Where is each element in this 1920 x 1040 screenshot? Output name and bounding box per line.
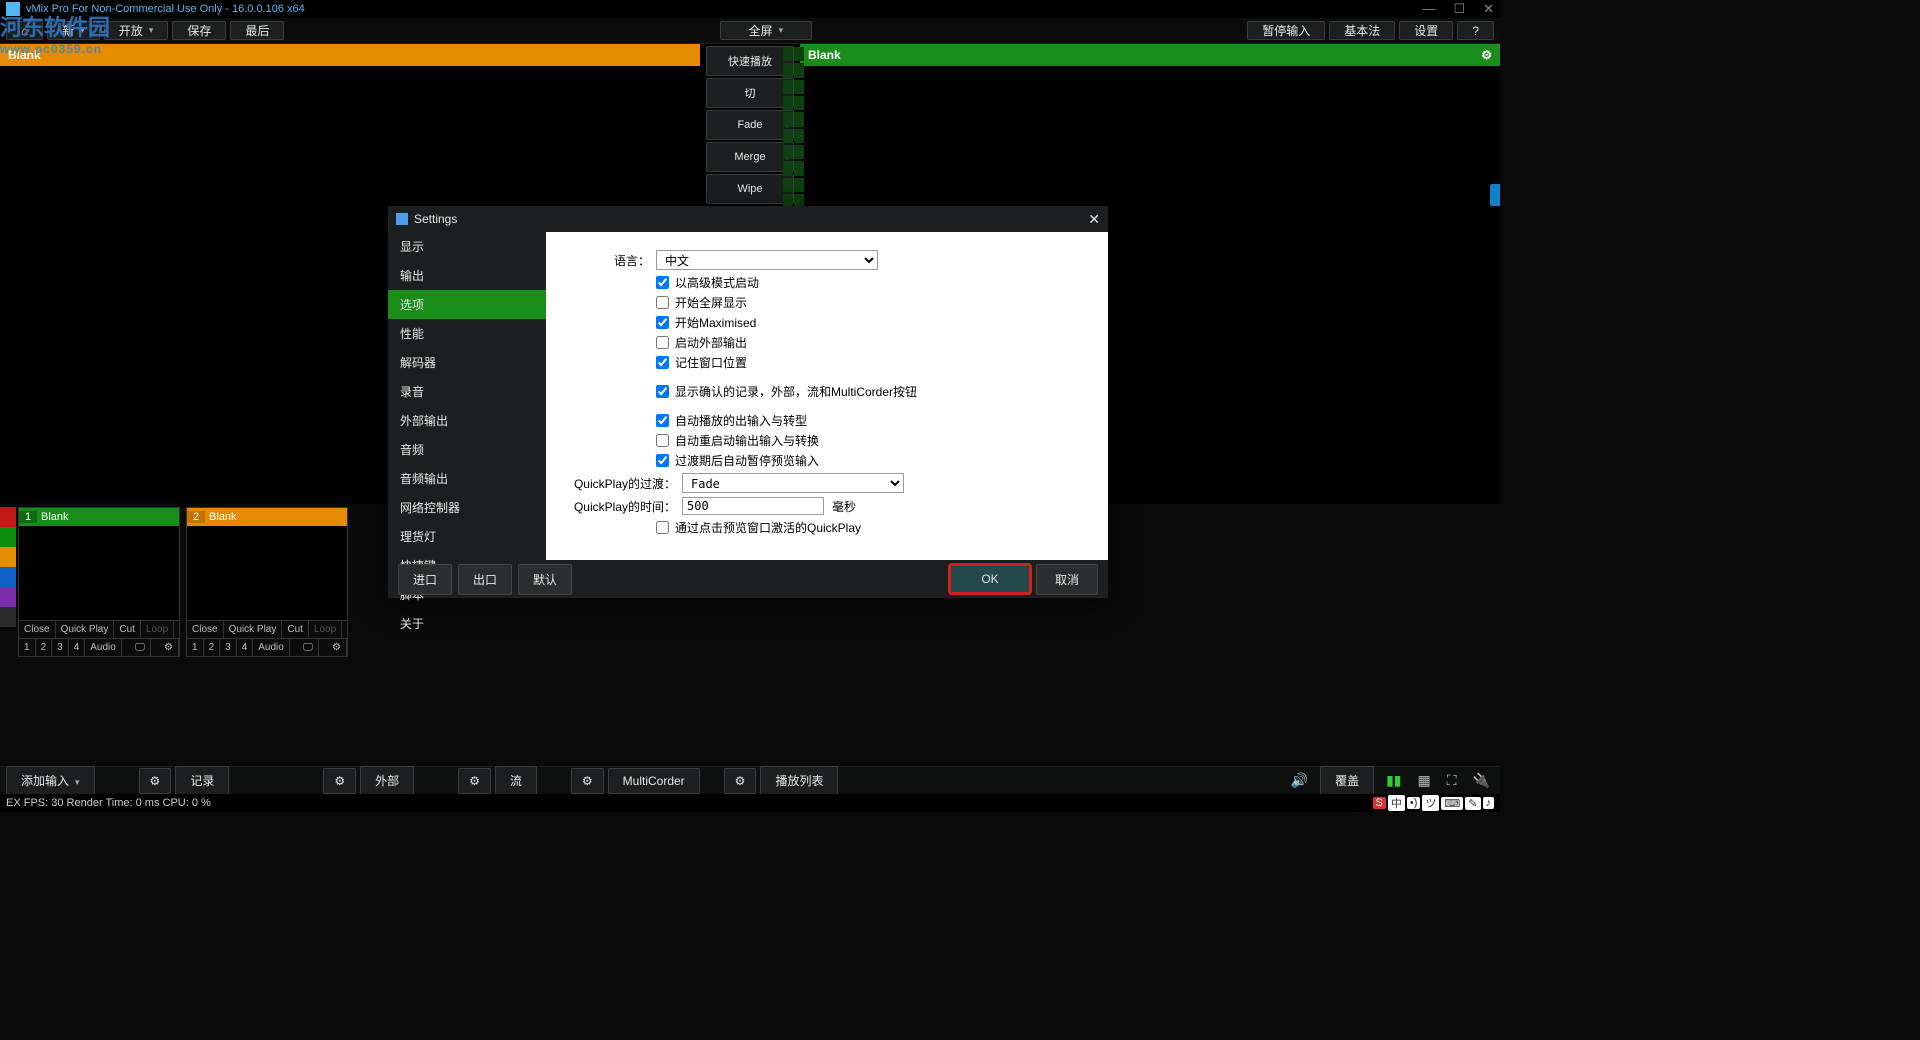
status-bar: EX FPS: 30 Render Time: 0 ms CPU: 0 % S中… xyxy=(0,794,1500,812)
open-button[interactable]: 开放 xyxy=(104,21,169,40)
fade-button[interactable]: Fade▾ xyxy=(706,110,794,140)
add-input-button[interactable]: 添加输入 xyxy=(6,766,95,795)
output-gear-icon[interactable]: ⚙ xyxy=(1481,48,1492,62)
side-decoder[interactable]: 解码器 xyxy=(388,348,546,377)
titlebar: vMix Pro For Non-Commercial Use Only - 1… xyxy=(0,0,1500,18)
dialog-header[interactable]: Settings ✕ xyxy=(388,206,1108,232)
color-strip[interactable] xyxy=(0,507,16,627)
plug-icon[interactable]: 🔌 xyxy=(1467,768,1496,793)
top-toolbar: ⌂ 新 开放 保存 最后 全屏 暂停输入 基本法 设置 ? xyxy=(0,18,1500,44)
multi-gear[interactable] xyxy=(571,768,604,794)
stream-button[interactable]: 流 xyxy=(495,766,537,795)
record-gear[interactable] xyxy=(139,768,172,794)
cb-external[interactable] xyxy=(656,336,669,349)
side-audio[interactable]: 音频 xyxy=(388,435,546,464)
fullscreen-button[interactable]: 全屏 xyxy=(720,21,813,40)
qp-trans-label: QuickPlay的过渡： xyxy=(570,475,682,492)
overlay-button[interactable]: 覆盖 xyxy=(1320,766,1374,795)
tile-cut[interactable]: Cut xyxy=(114,621,141,638)
wipe-button[interactable]: Wipe▾ xyxy=(706,174,794,204)
cb-advanced[interactable] xyxy=(656,276,669,289)
side-tally[interactable]: 理货灯 xyxy=(388,522,546,551)
dialog-app-icon xyxy=(396,213,408,225)
app-icon xyxy=(6,2,20,16)
bottom-toolbar: 添加输入 记录 外部 流 MultiCorder 播放列表 🔊 覆盖 ▮▮ ▦ … xyxy=(0,766,1500,794)
maximize-button[interactable]: ☐ xyxy=(1453,1,1465,17)
dialog-title: Settings xyxy=(414,212,457,226)
side-output[interactable]: 输出 xyxy=(388,261,546,290)
ok-button[interactable]: OK xyxy=(950,565,1030,593)
playlist-button[interactable]: 播放列表 xyxy=(760,766,838,795)
settings-sidebar: 显示 输出 选项 性能 解码器 录音 外部输出 音频 音频输出 网络控制器 理货… xyxy=(388,232,546,560)
cb-click-activate[interactable] xyxy=(656,521,669,534)
merge-button[interactable]: Merge▾ xyxy=(706,142,794,172)
grid-icon[interactable]: ▦ xyxy=(1412,768,1437,793)
expand-icon[interactable]: ⛶ xyxy=(1441,768,1463,793)
gear-icon[interactable]: ⚙ xyxy=(159,639,179,656)
side-tab[interactable] xyxy=(1490,184,1500,206)
settings-dialog: Settings ✕ 显示 输出 选项 性能 解码器 录音 外部输出 音频 音频… xyxy=(388,206,1108,598)
minimize-button[interactable]: — xyxy=(1422,1,1435,17)
side-performance[interactable]: 性能 xyxy=(388,319,546,348)
side-audioout[interactable]: 音频输出 xyxy=(388,464,546,493)
bars-icon[interactable]: ▮▮ xyxy=(1380,768,1407,793)
language-label: 语言： xyxy=(570,252,656,269)
default-button[interactable]: 默认 xyxy=(518,564,572,595)
external-button[interactable]: 外部 xyxy=(360,766,414,795)
side-webcontrol[interactable]: 网络控制器 xyxy=(388,493,546,522)
cb-fullscreen[interactable] xyxy=(656,296,669,309)
multicorder-button[interactable]: MultiCorder xyxy=(608,768,700,794)
tile-close[interactable]: Close xyxy=(19,621,56,638)
side-record[interactable]: 录音 xyxy=(388,377,546,406)
input-tile-2[interactable]: 2Blank CloseQuick PlayCutLoop 1234Audio🖵… xyxy=(186,507,348,657)
settings-button[interactable]: 设置 xyxy=(1399,21,1453,40)
pause-input-button[interactable]: 暂停输入 xyxy=(1247,21,1325,40)
close-button[interactable]: ✕ xyxy=(1483,1,1494,17)
qp-trans-select[interactable]: Fade xyxy=(682,473,904,493)
ime-bar[interactable]: S中•)ツ⌨✎♪ xyxy=(1373,795,1494,811)
save-button[interactable]: 保存 xyxy=(172,21,226,40)
dialog-footer: 进口 出口 默认 OK 取消 xyxy=(388,560,1108,598)
stream-gear[interactable] xyxy=(458,768,491,794)
cb-autorestart[interactable] xyxy=(656,434,669,447)
record-button[interactable]: 记录 xyxy=(175,766,229,795)
app-title: vMix Pro For Non-Commercial Use Only - 1… xyxy=(26,3,305,15)
export-button[interactable]: 出口 xyxy=(458,564,512,595)
preview-left-title: Blank xyxy=(8,48,41,62)
import-button[interactable]: 进口 xyxy=(398,564,452,595)
cut-button[interactable]: 切 xyxy=(706,78,794,108)
side-display[interactable]: 显示 xyxy=(388,232,546,261)
external-gear[interactable] xyxy=(323,768,356,794)
audio-icon[interactable]: 🔊 xyxy=(1285,768,1314,793)
dialog-close-icon[interactable]: ✕ xyxy=(1088,211,1100,228)
side-about[interactable]: 关于 xyxy=(388,609,546,638)
new-button[interactable]: 新 xyxy=(47,21,100,40)
cb-maximised[interactable] xyxy=(656,316,669,329)
tile-loop[interactable]: Loop xyxy=(141,621,174,638)
cb-autopause[interactable] xyxy=(656,454,669,467)
monitor-icon[interactable]: 🖵 xyxy=(130,639,151,656)
language-select[interactable]: 中文 xyxy=(656,250,878,270)
input-tile-1[interactable]: 1Blank CloseQuick PlayCutLoop 1234Audio🖵… xyxy=(18,507,180,657)
side-options[interactable]: 选项 xyxy=(388,290,546,319)
settings-panel: 语言： 中文 以高级模式启动 开始全屏显示 开始Maximised 启动外部输出… xyxy=(546,232,1108,560)
preview-right-title: Blank xyxy=(808,48,841,62)
quickplay-button[interactable]: 快速播放 xyxy=(706,46,794,76)
input-tiles: 1Blank CloseQuick PlayCutLoop 1234Audio🖵… xyxy=(18,507,348,657)
cb-remember-pos[interactable] xyxy=(656,356,669,369)
cancel-button[interactable]: 取消 xyxy=(1036,564,1098,595)
ms-label: 毫秒 xyxy=(832,498,856,515)
qp-time-input[interactable] xyxy=(682,497,824,515)
help-button[interactable]: ? xyxy=(1457,21,1494,40)
qp-time-label: QuickPlay的时间： xyxy=(570,498,682,515)
home-button[interactable]: ⌂ xyxy=(6,21,43,40)
cb-autoplay[interactable] xyxy=(656,414,669,427)
playlist-gear[interactable] xyxy=(724,768,757,794)
last-button[interactable]: 最后 xyxy=(230,21,284,40)
cb-confirm[interactable] xyxy=(656,385,669,398)
basic-button[interactable]: 基本法 xyxy=(1329,21,1395,40)
status-text: EX FPS: 30 Render Time: 0 ms CPU: 0 % xyxy=(6,797,211,809)
side-extoutput[interactable]: 外部输出 xyxy=(388,406,546,435)
tile-quickplay[interactable]: Quick Play xyxy=(56,621,115,638)
